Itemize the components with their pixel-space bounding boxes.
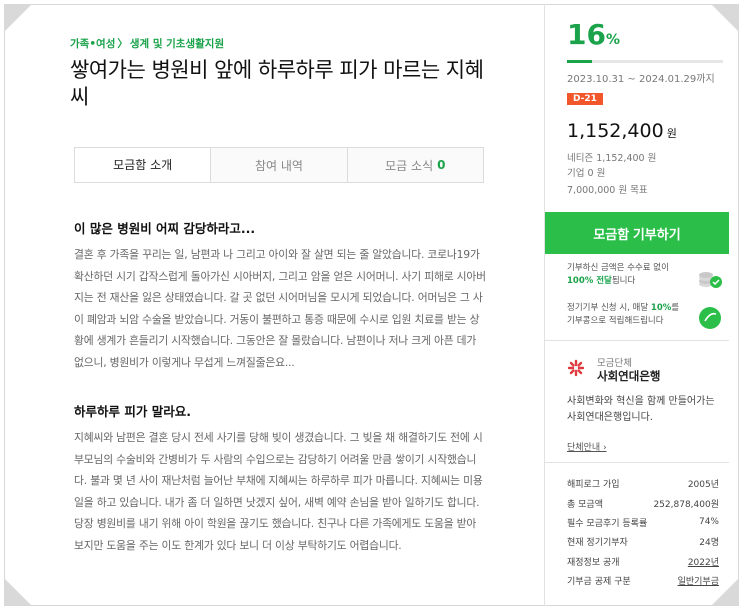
stat-row: 재정정보 공개 2022년 — [567, 552, 719, 571]
tab-bar: 모금함 소개 참여 내역 모금 소식 0 — [74, 147, 484, 183]
tab-introduction[interactable]: 모금함 소개 — [75, 148, 211, 182]
sidebar-divider — [545, 340, 729, 341]
org-description: 사회변화와 혁신을 함께 만들어가는 사회연대은행입니다. — [567, 396, 715, 423]
stat-label: 총 모금액 — [567, 499, 603, 510]
tab-label: 모금함 소개 — [113, 157, 173, 172]
breadcrumb-subcategory[interactable]: 생계 및 기초생활지원 — [130, 38, 224, 50]
stat-row: 기부금 공제 구분 일반기부금 — [567, 571, 719, 590]
amount-value: 1,152,400 — [567, 120, 664, 142]
story-paragraph: 결혼 후 가족을 꾸리는 일, 남편과 나 그리고 아이와 잘 살면 되는 줄 … — [74, 248, 486, 369]
story-heading: 하루하루 피가 말라요. — [74, 404, 191, 419]
org-name[interactable]: 사회연대은행 — [597, 368, 660, 384]
progress-percent: 16% — [567, 18, 620, 51]
tab-label: 참여 내역 — [255, 158, 303, 173]
fee-info-text-b: 됩니다 — [611, 276, 636, 286]
donation-sidebar: 16% 2023.10.31 ~ 2024.01.29까지 D-21 1,152… — [545, 4, 729, 606]
fee-info-text-a: 기부하신 금액은 수수료 없이 — [567, 263, 669, 273]
fee-info-text: 기부하신 금액은 수수료 없이 100% 전달됩니다 — [567, 262, 685, 288]
donate-button[interactable]: 모금함 기부하기 — [545, 212, 729, 254]
tab-participation[interactable]: 참여 내역 — [210, 148, 347, 182]
stat-value: 74% — [698, 517, 719, 528]
story-paragraph: 지혜씨와 남편은 결혼 당시 전세 사기를 당해 빚이 생겼습니다. 그 빚을 … — [74, 431, 483, 552]
stat-row: 필수 모금후기 등록률 74% — [567, 513, 719, 532]
regular-info-text-a: 정기기부 신청 시, 매달 — [567, 303, 649, 313]
dday-badge: D-21 — [567, 93, 603, 105]
stat-value: 252,878,400원 — [653, 499, 719, 510]
tab-label: 모금 소식 — [385, 158, 434, 173]
regular-info-text: 정기기부 신청 시, 매달 10%를 기부콩으로 적립해드립니다 — [567, 302, 685, 328]
stat-row: 총 모금액 252,878,400원 — [567, 493, 719, 512]
campaign-period: 2023.10.31 ~ 2024.01.29까지 — [567, 74, 715, 85]
stat-label: 재정정보 공개 — [567, 557, 620, 568]
story-heading: 이 많은 병원비 어찌 감당하라고... — [74, 221, 256, 236]
stat-value: 2005년 — [687, 480, 719, 491]
sidebar-divider — [545, 462, 729, 463]
breadcrumb: 가족•여성 〉 생계 및 기초생활지원 — [70, 36, 224, 51]
stat-value-link[interactable]: 2022년 — [688, 555, 719, 568]
corner-decoration — [5, 5, 31, 31]
stat-row: 해피로그 가입 2005년 — [567, 474, 719, 493]
stat-label: 해피로그 가입 — [567, 480, 620, 491]
tab-news-count: 0 — [437, 158, 446, 172]
stat-label: 필수 모금후기 등록률 — [567, 518, 648, 529]
progress-bar — [567, 60, 723, 63]
org-info-link[interactable]: 단체안내 › — [567, 440, 607, 453]
percent-unit: % — [605, 32, 620, 48]
page-title: 쌓여가는 병원비 앞에 하루하루 피가 마르는 지혜씨 — [70, 58, 484, 109]
stat-row: 현재 정기기부자 24명 — [567, 532, 719, 551]
stat-label: 기부금 공제 구분 — [567, 577, 631, 588]
corner-decoration — [5, 579, 31, 605]
org-logo-icon — [567, 359, 585, 377]
regular-info-highlight: 10% — [650, 303, 672, 313]
goal-amount: 7,000,000 원 목표 — [567, 185, 648, 196]
progress-bar-fill — [567, 60, 592, 63]
tab-news[interactable]: 모금 소식 0 — [346, 148, 483, 182]
netizen-amount: 네티즌 1,152,400 원 — [567, 153, 657, 164]
fee-info-highlight: 100% 전달 — [567, 276, 612, 286]
amount-unit: 원 — [666, 127, 677, 140]
regular-donation-info: 정기기부 신청 시, 매달 10%를 기부콩으로 적립해드립니다 — [567, 302, 727, 329]
stat-label: 현재 정기기부자 — [567, 538, 628, 549]
company-amount: 기업 0 원 — [567, 168, 606, 179]
breadcrumb-category[interactable]: 가족•여성 — [70, 38, 115, 50]
fee-info: 기부하신 금액은 수수료 없이 100% 전달됩니다 — [567, 262, 727, 288]
org-stats: 해피로그 가입 2005년 총 모금액 252,878,400원 필수 모금후기 등… — [567, 474, 719, 590]
stat-value-link[interactable]: 일반기부금 — [678, 574, 719, 587]
breadcrumb-separator: 〉 — [117, 38, 128, 50]
coins-icon — [699, 272, 722, 288]
percent-value: 16 — [567, 18, 606, 51]
raised-amount: 1,152,400 원 — [567, 120, 677, 142]
org-kind: 모금단체 — [597, 358, 632, 369]
bean-icon — [699, 307, 721, 329]
stat-value: 24명 — [699, 538, 719, 549]
